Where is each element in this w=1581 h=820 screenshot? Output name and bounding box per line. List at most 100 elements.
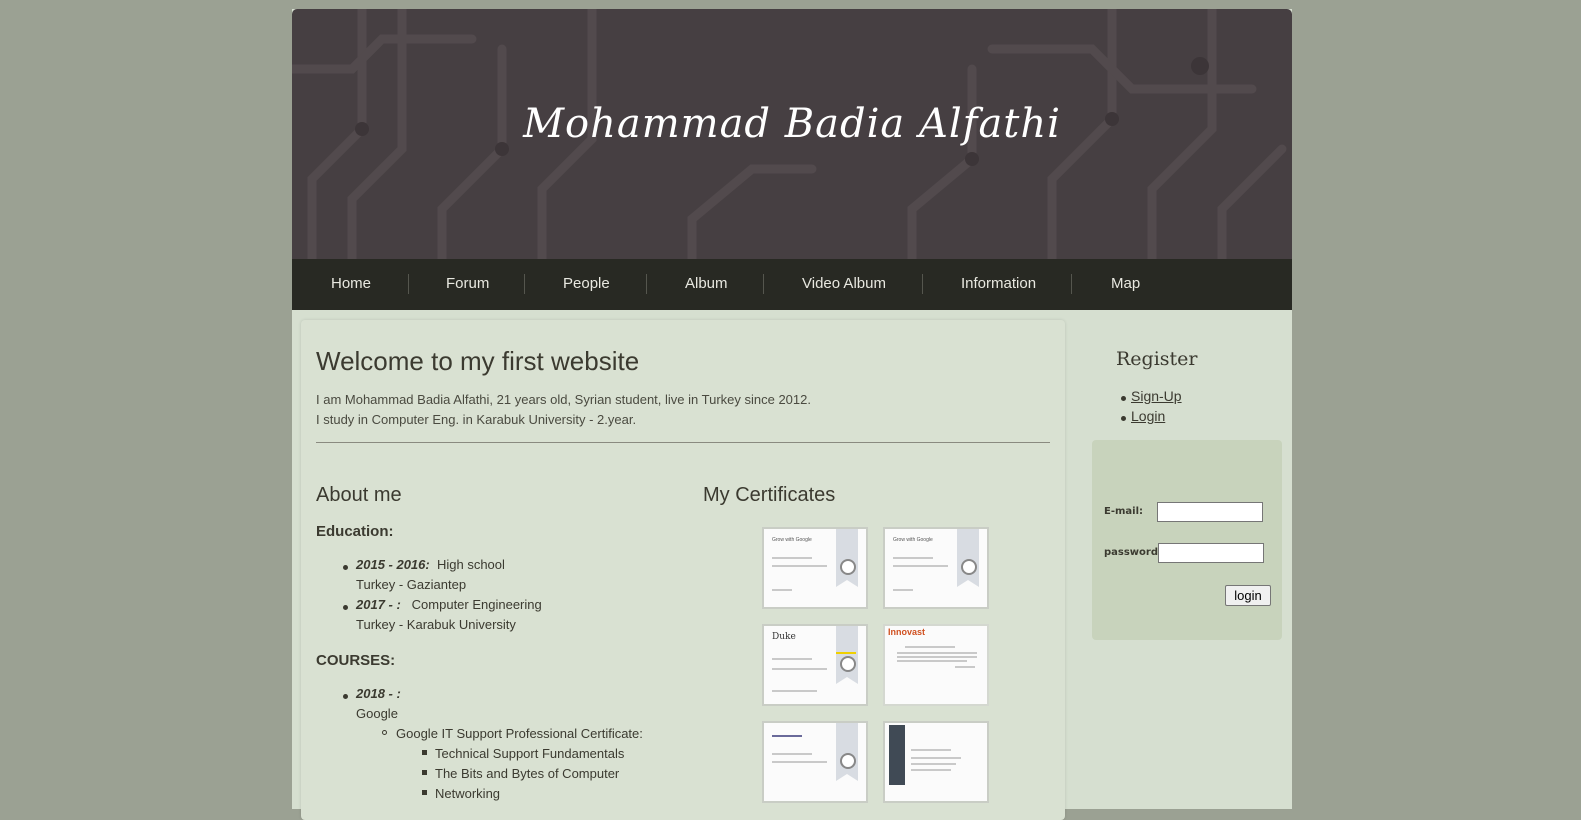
password-label: password: [1104, 547, 1163, 558]
education-item: 2015 - 2016: High school [356, 557, 505, 572]
certificate-ribbon [957, 529, 979, 587]
certificate-ribbon [836, 529, 858, 587]
list-bullet [343, 565, 348, 570]
certificate-thumbnail[interactable]: Duke [762, 624, 868, 706]
main-navigation: Home Forum People Album Video Album Info… [292, 259, 1292, 310]
certificate-text-line [893, 565, 948, 567]
nav-information[interactable]: Information [961, 259, 1036, 310]
certificate-text-line [955, 666, 975, 668]
certificate-text-line [772, 658, 812, 660]
certificate-text-line [911, 749, 951, 751]
login-form: E-mail: password: login [1092, 440, 1282, 640]
list-circle [382, 730, 387, 735]
course-item: Technical Support Fundamentals [435, 746, 625, 761]
about-title: About me [316, 484, 402, 506]
intro-text: I am Mohammad Badia Alfathi, 21 years ol… [316, 390, 811, 430]
nav-video-album[interactable]: Video Album [802, 259, 886, 310]
education-title: High school [436, 557, 505, 572]
certificate-text-line [772, 589, 792, 591]
certificate-text-line [905, 646, 955, 648]
education-years: 2015 - 2016: [356, 557, 430, 572]
certificate-thumbnail[interactable]: Innovast [883, 624, 989, 706]
nav-separator [524, 274, 525, 294]
course-year: 2018 - : [356, 686, 401, 701]
education-place: Turkey - Karabuk University [356, 617, 516, 632]
list-bullet [343, 694, 348, 699]
certificate-text-line [772, 753, 812, 755]
divider [316, 442, 1050, 443]
page-title: Welcome to my first website [316, 346, 640, 376]
list-bullet [343, 605, 348, 610]
certificate-text-line [893, 557, 933, 559]
main-content: Welcome to my first website I am Mohamma… [301, 320, 1065, 820]
nav-home[interactable]: Home [331, 259, 371, 310]
certificate-brand: Grow with Google [893, 537, 933, 543]
certificate-seal [840, 656, 856, 672]
certificate-text-line [911, 763, 956, 765]
certificate-text-line [772, 761, 827, 763]
course-year-text: 2018 - : [356, 686, 401, 701]
certificate-thumbnail[interactable] [762, 721, 868, 803]
register-title: Register [1116, 348, 1198, 370]
course-item: Networking [435, 786, 501, 801]
intro-line: I study in Computer Eng. in Karabuk Univ… [316, 412, 637, 427]
email-label: E-mail: [1104, 506, 1144, 517]
list-square [422, 770, 427, 775]
certificate-seal [961, 559, 977, 575]
list-square [422, 790, 427, 795]
nav-separator [646, 274, 647, 294]
education-years: 2017 - : [356, 597, 401, 612]
certificate-ribbon [836, 723, 858, 781]
nav-people[interactable]: People [563, 259, 610, 310]
nav-forum[interactable]: Forum [446, 259, 489, 310]
list-square [422, 750, 427, 755]
certificate-stripe [836, 652, 856, 654]
certificate-thumbnail[interactable]: Grow with Google [762, 527, 868, 609]
certificate-text-line [772, 565, 827, 567]
certificates-title: My Certificates [703, 484, 836, 506]
nav-separator [922, 274, 923, 294]
site-header: Mohammad Badia Alfathi [292, 9, 1292, 259]
course-provider: Google [356, 706, 398, 721]
course-item: The Bits and Bytes of Computer [435, 766, 620, 781]
nav-separator [1071, 274, 1072, 294]
certificate-brand: Grow with Google [772, 537, 812, 543]
nav-separator [763, 274, 764, 294]
certificate-text-line [897, 652, 977, 654]
certificate-thumbnail[interactable] [883, 721, 989, 803]
login-button[interactable]: login [1225, 585, 1271, 606]
certificate-ribbon [836, 626, 858, 684]
site-title: Mohammad Badia Alfathi [523, 101, 1061, 147]
education-item: 2017 - : Computer Engineering [356, 597, 542, 612]
certificate-text-line [911, 769, 951, 771]
login-link[interactable]: Login [1131, 408, 1165, 424]
certificate-banner [889, 725, 905, 785]
certificate-thumbnail[interactable]: Grow with Google [883, 527, 989, 609]
courses-label: COURSES: [316, 652, 396, 669]
signup-link[interactable]: Sign-Up [1131, 388, 1182, 404]
course-program: Google IT Support Professional Certifica… [396, 726, 643, 741]
nav-album[interactable]: Album [685, 259, 728, 310]
certificate-text-line [772, 690, 817, 692]
certificate-brand: Duke [772, 632, 796, 642]
nav-map[interactable]: Map [1111, 259, 1140, 310]
list-bullet [1121, 396, 1126, 401]
certificate-text-line [772, 557, 812, 559]
certificate-text-line [772, 668, 827, 670]
certificate-text-line [911, 757, 961, 759]
certificate-text-line [897, 656, 977, 658]
education-place: Turkey - Gaziantep [356, 577, 467, 592]
certificate-text-line [893, 589, 913, 591]
intro-line: I am Mohammad Badia Alfathi, 21 years ol… [316, 392, 811, 407]
certificate-text-line [897, 660, 967, 662]
certificate-brand: Innovast [888, 627, 926, 637]
nav-separator [408, 274, 409, 294]
password-field[interactable] [1158, 543, 1264, 563]
email-field[interactable] [1157, 502, 1263, 522]
certificate-seal [840, 559, 856, 575]
education-label: Education: [316, 523, 394, 540]
certificate-logo [772, 735, 802, 737]
education-title: Computer Engineering [411, 597, 542, 612]
list-bullet [1121, 416, 1126, 421]
certificate-seal [840, 753, 856, 769]
